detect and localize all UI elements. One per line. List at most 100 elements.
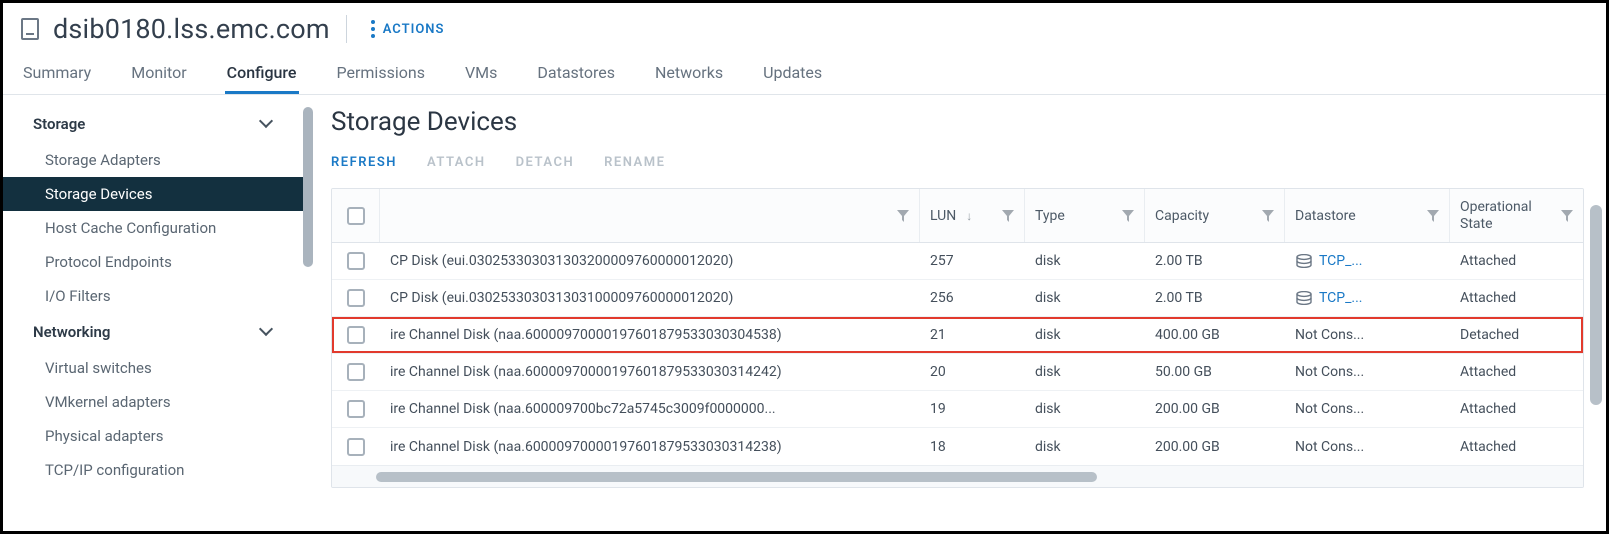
column-type[interactable]: Type xyxy=(1025,189,1145,242)
column-label: Operational State xyxy=(1460,199,1561,231)
tab-permissions[interactable]: Permissions xyxy=(335,55,427,94)
column-operational-state[interactable]: Operational State xyxy=(1450,189,1583,242)
sidebar-item-protocol-endpoints[interactable]: Protocol Endpoints xyxy=(3,245,313,279)
checkbox-icon[interactable] xyxy=(347,326,365,344)
row-checkbox-cell[interactable] xyxy=(332,363,380,381)
column-label: LUN xyxy=(930,208,956,224)
datastore-link[interactable]: TCP_... xyxy=(1319,290,1363,306)
tab-networks[interactable]: Networks xyxy=(653,55,725,94)
cell-name: ire Channel Disk (naa.600009700bc72a5745… xyxy=(380,401,920,417)
sidebar-item-tcpip-configuration[interactable]: TCP/IP configuration xyxy=(3,453,313,487)
cell-lun: 19 xyxy=(920,401,1025,417)
column-label: Capacity xyxy=(1155,208,1209,224)
cell-datastore[interactable]: TCP_... xyxy=(1285,253,1450,269)
row-checkbox-cell[interactable] xyxy=(332,252,380,270)
storage-devices-table: LUN ↓ Type Capacity xyxy=(331,188,1584,488)
tab-datastores[interactable]: Datastores xyxy=(535,55,617,94)
checkbox-icon[interactable] xyxy=(347,289,365,307)
filter-icon[interactable] xyxy=(1002,210,1014,222)
table-row[interactable]: ire Channel Disk (naa.600009700001976018… xyxy=(332,354,1583,391)
sidebar-item-storage-adapters[interactable]: Storage Adapters xyxy=(3,143,313,177)
column-datastore[interactable]: Datastore xyxy=(1285,189,1450,242)
table-horizontal-scrollbar[interactable] xyxy=(332,465,1583,487)
filter-icon[interactable] xyxy=(1561,210,1573,222)
cell-lun: 20 xyxy=(920,364,1025,380)
sidebar-group-networking[interactable]: Networking xyxy=(3,313,313,351)
column-lun[interactable]: LUN ↓ xyxy=(920,189,1025,242)
sidebar-item-storage-devices[interactable]: Storage Devices xyxy=(3,177,313,211)
sidebar-scrollbar[interactable] xyxy=(303,107,313,517)
column-capacity[interactable]: Capacity xyxy=(1145,189,1285,242)
sidebar-item-vmkernel-adapters[interactable]: VMkernel adapters xyxy=(3,385,313,419)
table-row[interactable]: CP Disk (eui.030253303031303200009760000… xyxy=(332,243,1583,280)
table-row[interactable]: ire Channel Disk (naa.600009700001976018… xyxy=(332,317,1583,354)
row-checkbox-cell[interactable] xyxy=(332,400,380,418)
sidebar-group-label: Networking xyxy=(33,323,110,341)
checkbox-icon[interactable] xyxy=(347,207,365,225)
scrollbar-thumb[interactable] xyxy=(1590,205,1602,405)
cell-name: CP Disk (eui.030253303031303100009760000… xyxy=(380,290,920,306)
cell-capacity: 2.00 TB xyxy=(1145,253,1285,269)
tab-summary[interactable]: Summary xyxy=(21,55,93,94)
cell-type: disk xyxy=(1025,327,1145,343)
datastore-link[interactable]: TCP_... xyxy=(1319,253,1363,269)
scrollbar-thumb[interactable] xyxy=(303,107,313,267)
sidebar-group-storage[interactable]: Storage xyxy=(3,105,313,143)
page-title: dsib0180.lss.emc.com xyxy=(53,13,330,45)
tab-configure[interactable]: Configure xyxy=(225,55,299,94)
sidebar-item-virtual-switches[interactable]: Virtual switches xyxy=(3,351,313,385)
chevron-down-icon xyxy=(259,322,273,336)
column-label: Datastore xyxy=(1295,208,1356,224)
column-select-all[interactable] xyxy=(332,189,380,242)
main-vertical-scrollbar[interactable] xyxy=(1590,205,1602,505)
cell-datastore: Not Cons... xyxy=(1285,364,1450,380)
cell-capacity: 50.00 GB xyxy=(1145,364,1285,380)
column-name[interactable] xyxy=(380,189,920,242)
tab-vms[interactable]: VMs xyxy=(463,55,499,94)
primary-tabs: Summary Monitor Configure Permissions VM… xyxy=(3,55,1606,95)
cell-name: CP Disk (eui.030253303031303200009760000… xyxy=(380,253,920,269)
cell-operational-state: Attached xyxy=(1450,290,1583,306)
datastore-text: Not Cons... xyxy=(1295,439,1364,455)
action-refresh[interactable]: REFRESH xyxy=(331,155,397,170)
cell-capacity: 2.00 TB xyxy=(1145,290,1285,306)
tab-updates[interactable]: Updates xyxy=(761,55,824,94)
cell-lun: 21 xyxy=(920,327,1025,343)
cell-operational-state: Attached xyxy=(1450,401,1583,417)
sidebar-item-host-cache-configuration[interactable]: Host Cache Configuration xyxy=(3,211,313,245)
checkbox-icon[interactable] xyxy=(347,363,365,381)
table-row[interactable]: ire Channel Disk (naa.600009700001976018… xyxy=(332,428,1583,465)
table-row[interactable]: CP Disk (eui.030253303031303100009760000… xyxy=(332,280,1583,317)
filter-icon[interactable] xyxy=(1262,210,1274,222)
sidebar-item-physical-adapters[interactable]: Physical adapters xyxy=(3,419,313,453)
filter-icon[interactable] xyxy=(897,210,909,222)
cell-type: disk xyxy=(1025,253,1145,269)
row-checkbox-cell[interactable] xyxy=(332,289,380,307)
sidebar-group-label: Storage xyxy=(33,115,85,133)
action-attach: ATTACH xyxy=(427,155,486,170)
divider xyxy=(346,15,347,43)
cell-operational-state: Attached xyxy=(1450,439,1583,455)
filter-icon[interactable] xyxy=(1122,210,1134,222)
tab-monitor[interactable]: Monitor xyxy=(129,55,188,94)
chevron-down-icon xyxy=(259,114,273,128)
sort-down-icon[interactable]: ↓ xyxy=(966,209,972,223)
checkbox-icon[interactable] xyxy=(347,252,365,270)
cell-capacity: 200.00 GB xyxy=(1145,401,1285,417)
cell-capacity: 200.00 GB xyxy=(1145,439,1285,455)
filter-icon[interactable] xyxy=(1427,210,1439,222)
sidebar-item-io-filters[interactable]: I/O Filters xyxy=(3,279,313,313)
cell-datastore[interactable]: TCP_... xyxy=(1285,290,1450,306)
scrollbar-thumb[interactable] xyxy=(376,472,1097,482)
vertical-dots-icon xyxy=(371,20,375,38)
cell-operational-state: Attached xyxy=(1450,253,1583,269)
datastore-text: Not Cons... xyxy=(1295,401,1364,417)
row-checkbox-cell[interactable] xyxy=(332,326,380,344)
cell-type: disk xyxy=(1025,290,1145,306)
checkbox-icon[interactable] xyxy=(347,438,365,456)
actions-button[interactable]: ACTIONS xyxy=(363,16,453,42)
checkbox-icon[interactable] xyxy=(347,400,365,418)
page-header: dsib0180.lss.emc.com ACTIONS xyxy=(3,3,1606,55)
table-row[interactable]: ire Channel Disk (naa.600009700bc72a5745… xyxy=(332,391,1583,428)
row-checkbox-cell[interactable] xyxy=(332,438,380,456)
